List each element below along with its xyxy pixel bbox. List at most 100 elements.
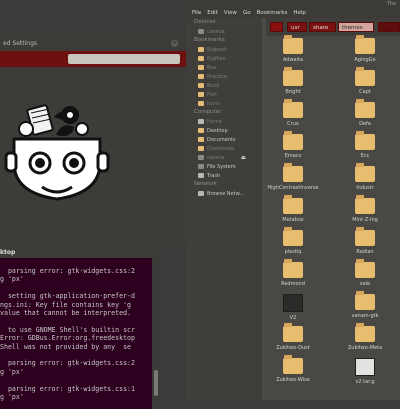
file-item[interactable]: Defa [334,99,396,127]
sidebar-item[interactable]: Bigfiles [186,54,262,63]
menu-bookmarks[interactable]: Bookmarks [257,9,288,18]
file-item-label: Crux [287,121,299,127]
sidebar-item[interactable]: Book [186,81,262,90]
folder-icon [283,323,303,342]
sidebar-item[interactable]: Desktop [186,126,262,135]
title-bar[interactable]: ktop [0,246,160,258]
sidebar-item[interactable]: Browse Netw... [186,189,262,198]
file-item[interactable]: Mint-Z-Ing [334,195,396,223]
file-item-label: Bright [285,89,301,95]
terminal-line: parsing error: gtk-widgets.css:2 [0,267,135,275]
file-item[interactable]: HighContrastInverse [262,163,324,191]
sidebar-item[interactable]: Home [186,117,262,126]
sidebar-item[interactable]: icons [186,99,262,108]
home-icon [198,119,204,124]
path-next-button[interactable] [378,22,400,32]
toolbar [0,51,186,67]
file-item[interactable]: sale [334,259,396,287]
file-item[interactable]: Ecc [334,131,396,159]
file-item-label: V2 [289,315,297,321]
terminal-line: g 'px' [0,393,24,402]
sidebar-item[interactable]: Trash [186,171,262,180]
file-item[interactable]: Zukitwo-Meta [334,323,396,351]
folder-icon [198,101,204,106]
appearance-settings-window: ed Settings × [0,37,186,243]
file-item[interactable]: Industr [334,163,396,191]
file-item-label: AgingGo [354,57,376,63]
folder-icon [355,131,375,150]
terminal-line: setting gtk-application-prefer-d [0,292,135,301]
sidebar-item[interactable]: Bigbook [186,45,262,54]
folder-icon [355,35,375,54]
scrollbar-thumb[interactable] [154,370,158,396]
sidebar-item[interactable]: Practice [186,72,262,81]
file-item-label: Ecc [360,153,370,159]
terminal-output[interactable]: parsing error: gtk-widgets.css:2 g 'px' s… [0,258,152,409]
file-item[interactable]: Zukitwo-Dust [262,323,324,351]
file-item[interactable]: Adwaita [262,35,324,63]
file-item[interactable]: V2 [262,294,324,321]
file-item[interactable]: Zukitwo-Wise [262,355,324,383]
path-crumb-share[interactable]: share [309,22,336,32]
terminal-line: parsing error: gtk-widgets.css:2 [0,359,135,368]
sidebar-item[interactable]: Documents [186,135,262,144]
folder-icon [198,83,204,88]
close-icon[interactable]: × [171,40,178,47]
window-title: ed Settings [3,40,38,47]
file-item[interactable]: vanam-gtk [334,291,396,319]
search-input[interactable] [68,54,180,64]
sidebar-item[interactable]: Box [186,63,262,72]
sidebar-item-label: casmia [207,28,225,35]
title-bar[interactable]: ed Settings × [0,37,186,51]
file-item-label: Defa [359,121,371,127]
file-item[interactable]: v2.tar.g [334,358,396,385]
file-item[interactable]: Redmond [262,259,324,287]
file-item-label: Radian [356,249,374,255]
path-crumb-themes[interactable]: themes [338,22,374,32]
file-item-label: HighContrastInverse [267,185,319,191]
terminal-scrollbar[interactable] [152,258,160,400]
folder-icon [198,47,204,52]
file-item[interactable]: Capt [334,67,396,95]
path-back-button[interactable] [270,22,283,32]
drive-icon [198,164,204,169]
sidebar-item[interactable]: casmia [186,27,262,36]
file-item[interactable]: Radian [334,227,396,255]
path-crumb-usr[interactable]: usr [287,22,307,32]
file-item[interactable]: Crux [262,99,324,127]
sidebar-item[interactable]: casmia ⏏ [186,153,262,162]
file-item-label: plastiq [284,249,302,255]
sidebar-heading: Network [194,181,217,187]
title-bar[interactable]: The [186,0,400,9]
eject-icon[interactable]: ⏏ [241,155,246,161]
menu-go[interactable]: Go [243,9,251,18]
menu-edit[interactable]: Edit [207,9,218,18]
file-item[interactable]: plastiq [262,227,324,255]
file-item-label: Capt [359,89,371,95]
terminal-line: Shell was not provided by any se [0,342,132,351]
sidebar-item-label: Documents [207,136,236,143]
folder-icon [198,65,204,70]
folder-icon [283,195,303,214]
file-item-label: v2.tar.g [355,379,375,385]
drive-icon [198,155,204,160]
folder-icon [198,128,204,133]
menu-help[interactable]: Help [293,9,306,18]
sidebar-item[interactable]: Downloads [186,144,262,153]
menu-view[interactable]: View [224,9,237,18]
file-thumbnail-icon [283,294,303,312]
sidebar-item[interactable]: File System [186,162,262,171]
sidebar-item[interactable]: Port [186,90,262,99]
menu-file[interactable]: File [192,9,201,18]
file-item[interactable]: Bright [262,67,324,95]
menu-bar: File Edit View Go Bookmarks Help [186,9,400,18]
terminal-line: Error: GDBus.Error:org.freedesktop [0,334,135,343]
folder-icon [283,131,303,150]
folder-icon [283,99,303,118]
file-item[interactable]: AgingGo [334,35,396,63]
file-item[interactable]: Emacs [262,131,324,159]
file-item[interactable]: Metabox [262,195,324,223]
terminal-line: g 'px' [0,275,24,284]
